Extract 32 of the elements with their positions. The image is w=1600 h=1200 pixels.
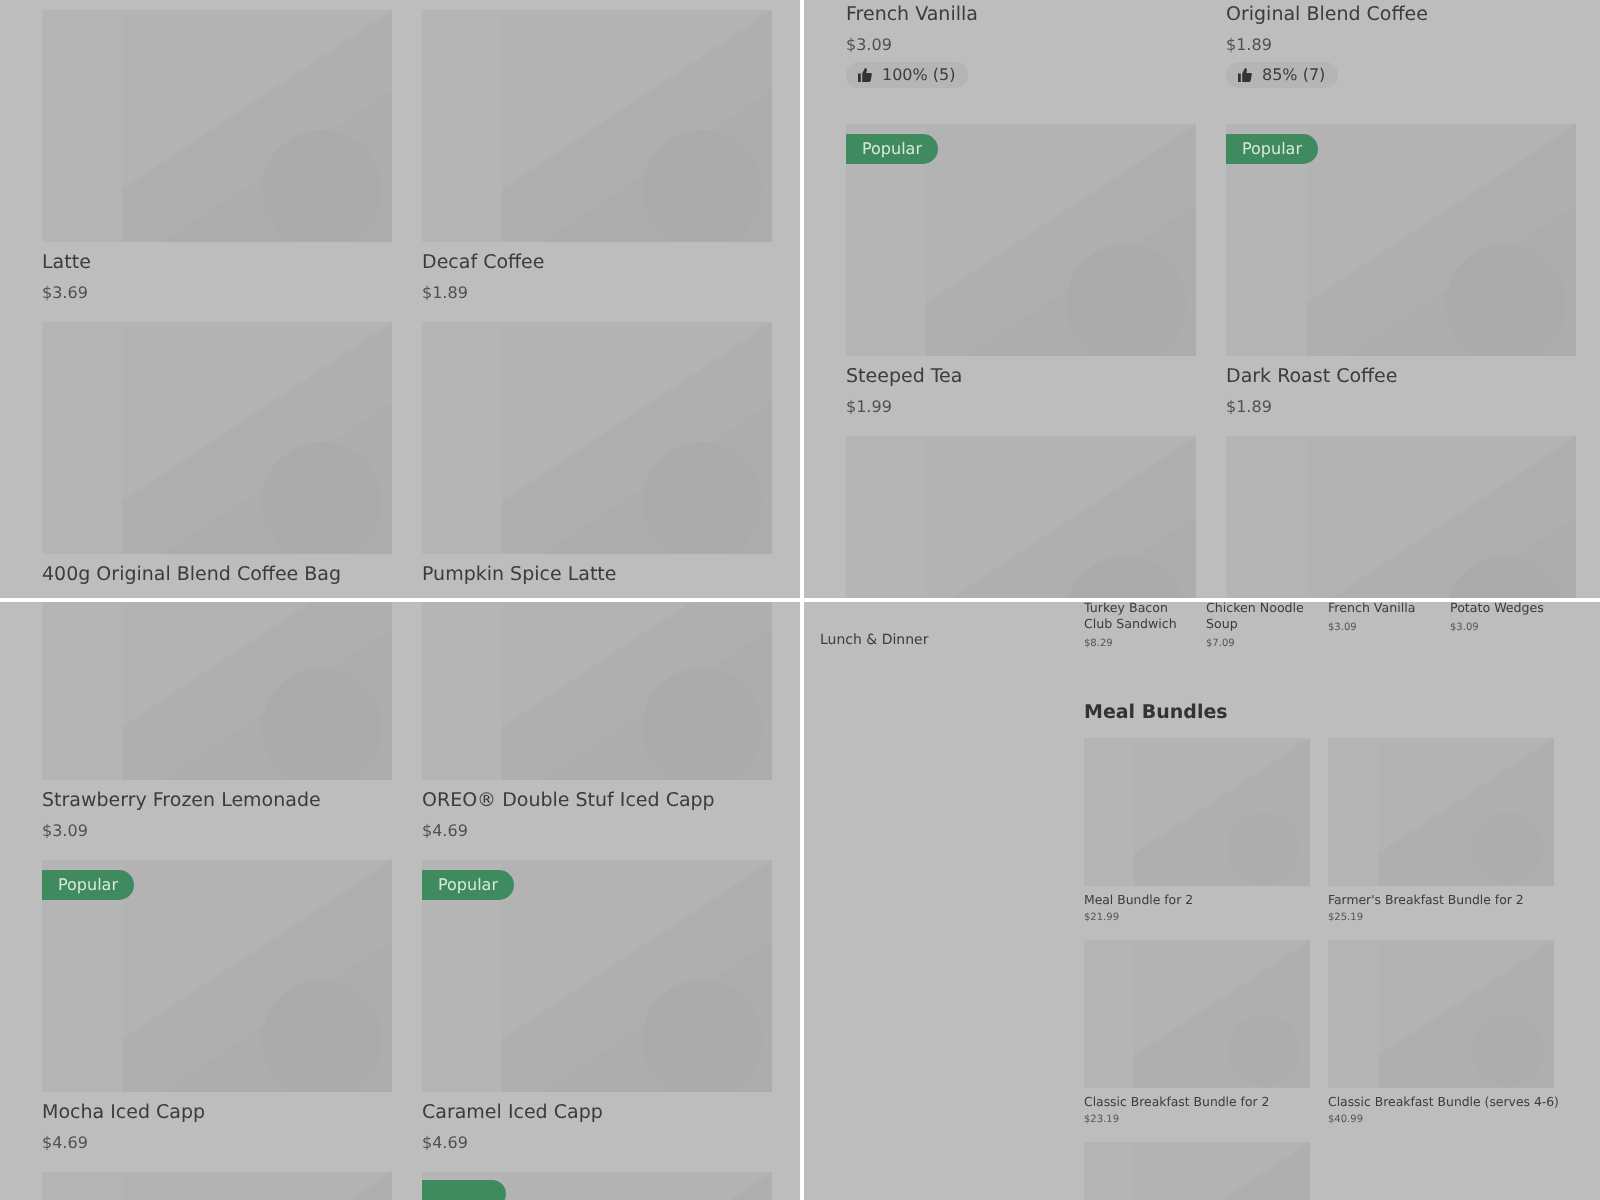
item-price: $3.09: [846, 36, 894, 54]
item-name[interactable]: Decaf Coffee: [422, 252, 772, 274]
item-name[interactable]: Strawberry Frozen Lemonade: [42, 790, 392, 812]
thumbs-up-icon: [1238, 68, 1252, 82]
item-price: $1.99: [846, 398, 894, 416]
item-name[interactable]: Original Blend Coffee: [1226, 4, 1576, 26]
item-name[interactable]: Caramel Iced Capp: [422, 1102, 772, 1124]
item-name[interactable]: Steeped Tea: [846, 366, 1196, 388]
item-price: $1.89: [422, 284, 470, 302]
item-price: $3.69: [42, 284, 90, 302]
item-price: $3.09: [42, 822, 90, 840]
rating-pill: 85% (7): [1226, 62, 1338, 88]
item-name[interactable]: 400g Original Blend Coffee Bag: [42, 564, 392, 586]
thumbs-up-icon: [858, 68, 872, 82]
item-price: $1.89: [1226, 36, 1274, 54]
item-price: $1.89: [1226, 398, 1274, 416]
popular-badge: Popular: [42, 870, 134, 900]
item-name[interactable]: Pumpkin Spice Latte: [422, 564, 772, 586]
section-heading: Meal Bundles: [1084, 702, 1230, 724]
item-price: $4.69: [42, 1134, 90, 1152]
item-price: $4.69: [422, 1134, 470, 1152]
item-name[interactable]: OREO® Double Stuf Iced Capp: [422, 790, 772, 812]
badge: [422, 1180, 506, 1200]
item-name[interactable]: Dark Roast Coffee: [1226, 366, 1576, 388]
item-name[interactable]: Latte: [42, 252, 392, 274]
item-name[interactable]: Mocha Iced Capp: [42, 1102, 392, 1124]
popular-badge: Popular: [846, 134, 938, 164]
rating-pill: 100% (5): [846, 62, 968, 88]
item-price: $4.69: [422, 822, 470, 840]
item-name[interactable]: French Vanilla: [846, 4, 1196, 26]
popular-badge: Popular: [422, 870, 514, 900]
popular-badge: Popular: [1226, 134, 1318, 164]
